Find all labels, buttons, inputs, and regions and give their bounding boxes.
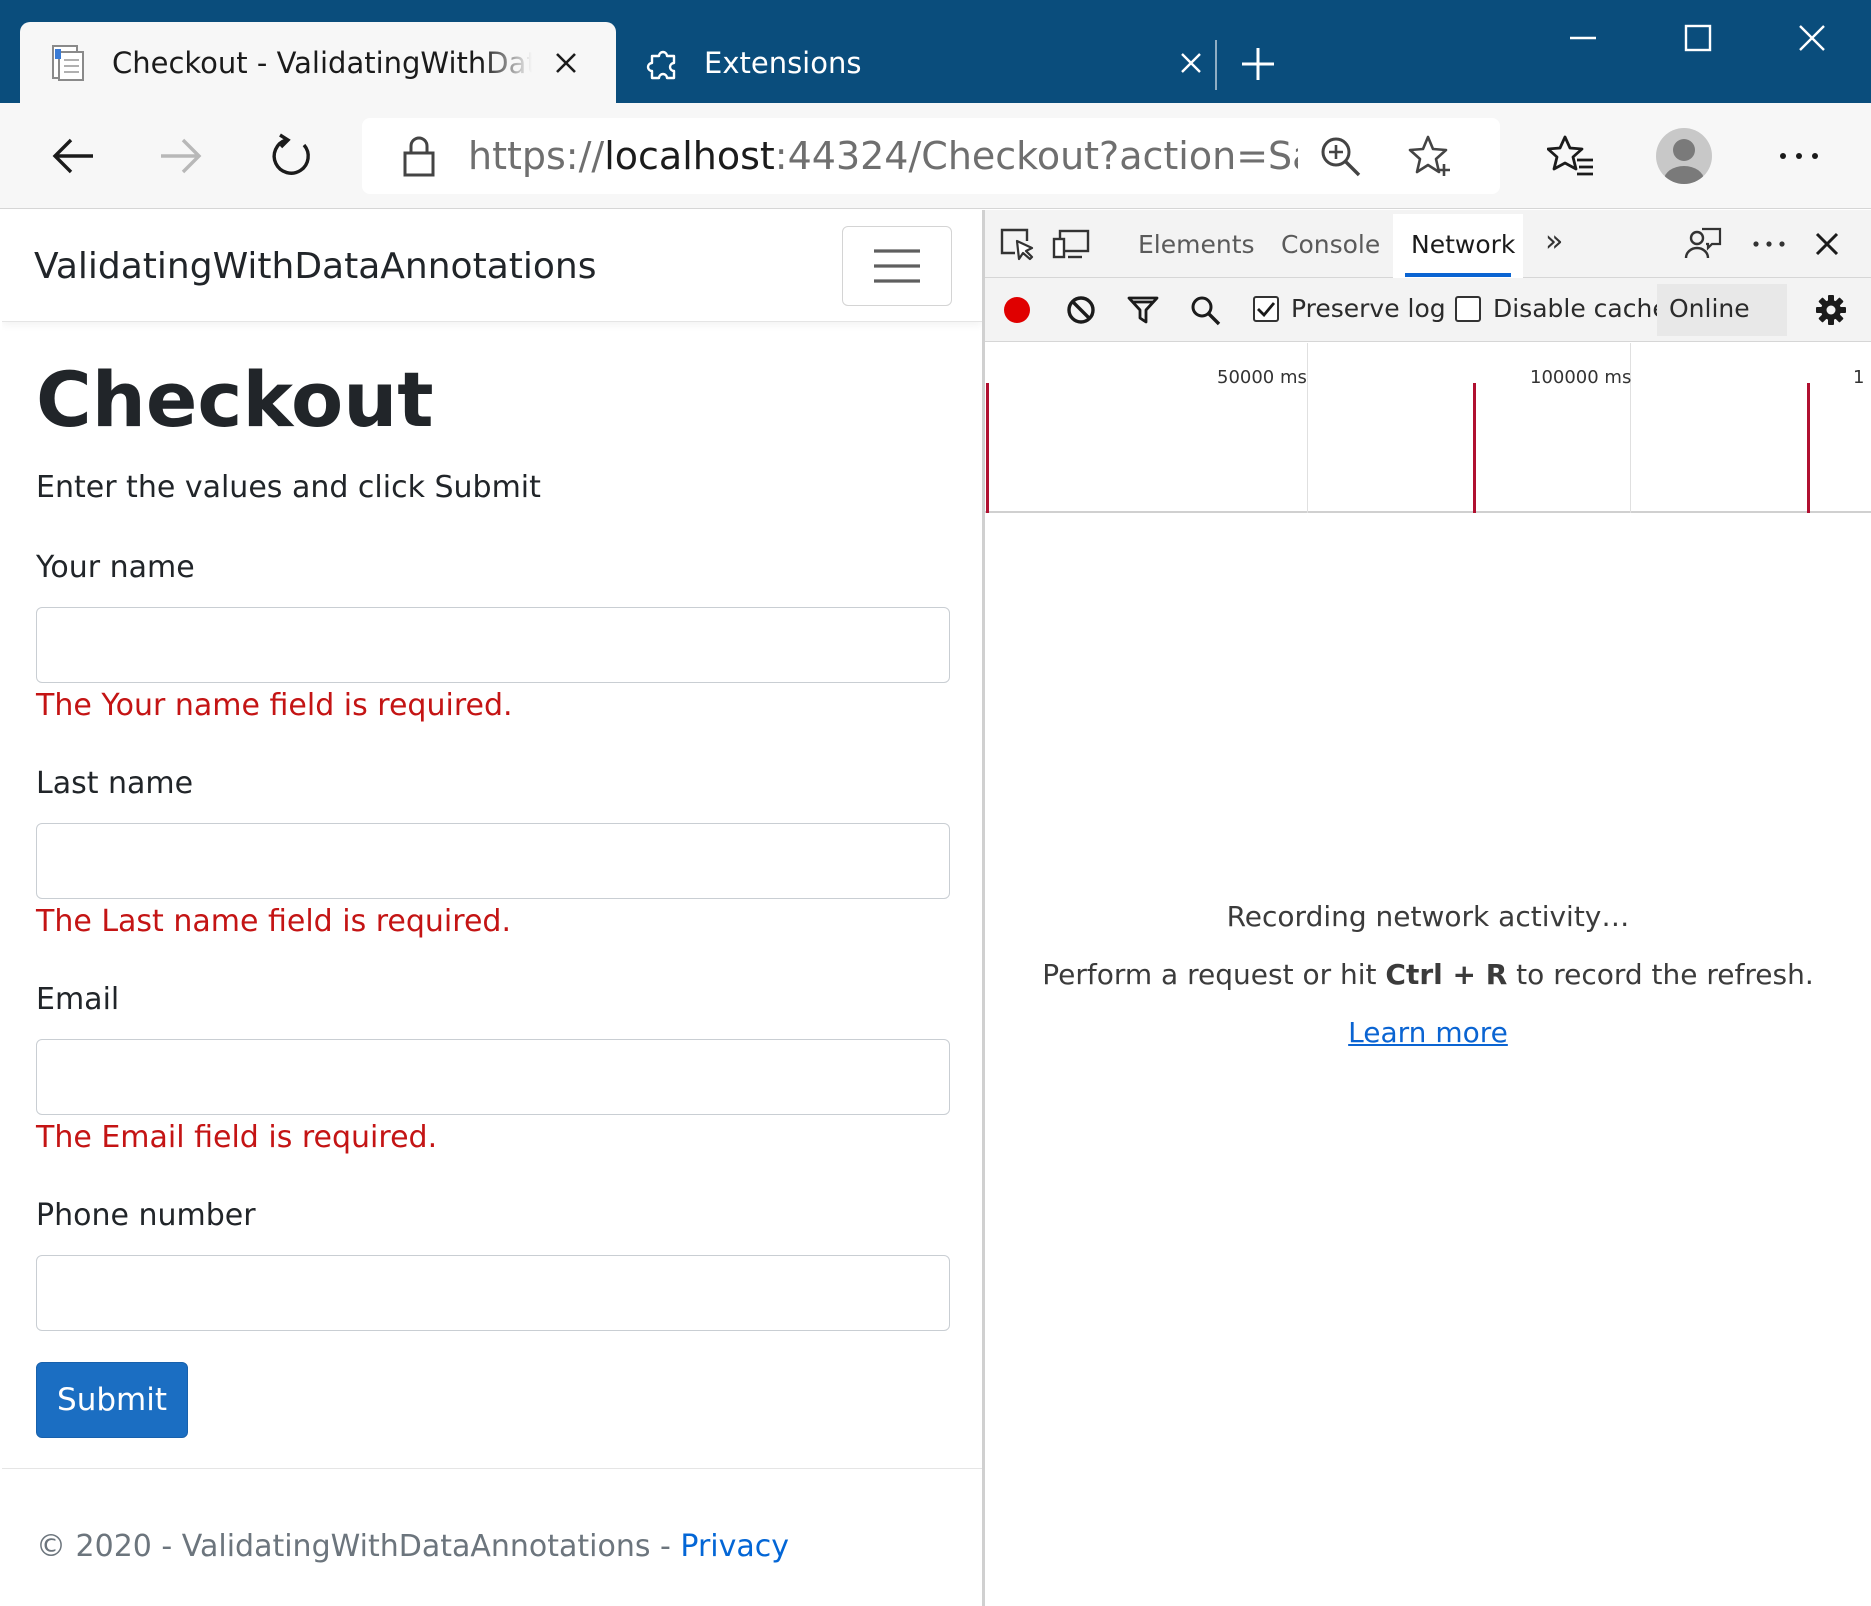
- email-input[interactable]: [36, 1039, 950, 1115]
- your-name-input[interactable]: [36, 607, 950, 683]
- record-icon[interactable]: [995, 288, 1039, 332]
- phone-number-label: Phone number: [36, 1198, 256, 1233]
- profile-avatar[interactable]: [1656, 128, 1712, 184]
- device-emulation-icon[interactable]: [1049, 222, 1093, 266]
- favorites-icon[interactable]: [1540, 125, 1602, 187]
- timeline-marker: [1807, 383, 1810, 513]
- forward-button: [150, 125, 212, 187]
- footer-copyright: © 2020 - ValidatingWithDataAnnotations -: [36, 1529, 681, 1564]
- search-icon[interactable]: [1183, 288, 1227, 332]
- tab-title: Extensions: [704, 45, 862, 80]
- hint-post: to record the refresh.: [1507, 958, 1814, 991]
- tab-title: Checkout - ValidatingWithDataAnnotations: [112, 45, 532, 80]
- last-name-input[interactable]: [36, 823, 950, 899]
- puzzle-icon: [644, 41, 682, 85]
- close-window-button[interactable]: [1772, 12, 1852, 64]
- more-tabs-icon[interactable]: »: [1545, 224, 1563, 259]
- more-options-icon[interactable]: [1768, 125, 1830, 187]
- zoom-icon[interactable]: [1312, 128, 1368, 184]
- menu-icon: [874, 249, 920, 283]
- timeline-gridline: [1307, 343, 1308, 513]
- learn-more-link[interactable]: Learn more: [985, 1016, 1871, 1049]
- page-instructions: Enter the values and click Submit: [36, 470, 541, 505]
- feedback-icon[interactable]: [1681, 222, 1725, 266]
- email-error: The Email field is required.: [36, 1120, 438, 1155]
- timeline-marker: [986, 383, 989, 513]
- navbar-toggler-button[interactable]: [842, 226, 952, 306]
- network-settings-icon[interactable]: [1809, 288, 1853, 332]
- page-icon: [46, 41, 90, 85]
- hint-pre: Perform a request or hit: [1042, 958, 1386, 991]
- url-rest: :44324/Checkout?action=Sa…: [774, 134, 1298, 178]
- clear-icon[interactable]: [1059, 288, 1103, 332]
- lock-icon[interactable]: [394, 131, 444, 181]
- back-button[interactable]: [42, 125, 104, 187]
- tab-checkout[interactable]: Checkout - ValidatingWithDataAnnotations: [20, 22, 616, 103]
- maximize-button[interactable]: [1658, 12, 1738, 64]
- recording-status: Recording network activity…: [1226, 900, 1630, 933]
- submit-button[interactable]: Submit: [36, 1362, 188, 1438]
- privacy-link[interactable]: Privacy: [680, 1529, 789, 1564]
- address-bar[interactable]: https://localhost:44324/Checkout?action=…: [362, 118, 1500, 194]
- tab-extensions[interactable]: Extensions: [628, 22, 1208, 103]
- tab-console[interactable]: Console: [1281, 230, 1380, 259]
- preserve-log-checkbox[interactable]: [1253, 296, 1279, 322]
- throttling-select[interactable]: Online: [1657, 284, 1787, 336]
- last-name-error: The Last name field is required.: [36, 904, 511, 939]
- preserve-log-label[interactable]: Preserve log: [1291, 294, 1446, 323]
- phone-number-input[interactable]: [36, 1255, 950, 1331]
- tab-network[interactable]: Network: [1411, 230, 1515, 259]
- disable-cache-checkbox[interactable]: [1455, 296, 1481, 322]
- hint-plus: +: [1442, 958, 1486, 991]
- hint-key-ctrl: Ctrl: [1385, 958, 1443, 991]
- active-tab-indicator: [1405, 273, 1511, 277]
- refresh-button[interactable]: [260, 125, 322, 187]
- new-tab-button[interactable]: [1232, 38, 1284, 90]
- devtools-panel: Elements Console Network » Preserve log …: [985, 210, 1871, 1606]
- disable-cache-label[interactable]: Disable cache: [1493, 294, 1668, 323]
- minimize-button[interactable]: [1543, 12, 1623, 64]
- close-tab-icon[interactable]: [1173, 43, 1208, 83]
- hint-key-r: R: [1485, 958, 1508, 991]
- network-overview-timeline[interactable]: 50000 ms 100000 ms 1: [985, 343, 1871, 513]
- your-name-error: The Your name field is required.: [36, 688, 513, 723]
- last-name-label: Last name: [36, 766, 194, 801]
- your-name-label: Your name: [36, 550, 195, 585]
- close-tab-icon[interactable]: [546, 43, 586, 83]
- filter-icon[interactable]: [1121, 288, 1165, 332]
- devtools-tabbar: Elements Console Network »: [985, 210, 1871, 278]
- site-navbar: ValidatingWithDataAnnotations: [2, 210, 982, 322]
- page-viewport: ValidatingWithDataAnnotations Checkout E…: [2, 210, 982, 1606]
- add-favorite-icon[interactable]: [1402, 128, 1458, 184]
- timeline-tick-label: 100000 ms: [1530, 367, 1632, 388]
- tab-separator: [1215, 40, 1217, 90]
- site-footer: © 2020 - ValidatingWithDataAnnotations -…: [2, 1468, 982, 1606]
- timeline-tick-label: 1: [1853, 367, 1865, 388]
- tab-elements[interactable]: Elements: [1138, 230, 1255, 259]
- close-devtools-icon[interactable]: [1805, 222, 1849, 266]
- email-label: Email: [36, 982, 120, 1017]
- timeline-marker: [1473, 383, 1476, 513]
- recording-hint: Perform a request or hit Ctrl + R to rec…: [985, 958, 1871, 991]
- devtools-more-icon[interactable]: [1747, 222, 1791, 266]
- window-titlebar: Checkout - ValidatingWithDataAnnotations…: [0, 0, 1871, 103]
- browser-toolbar: https://localhost:44324/Checkout?action=…: [0, 103, 1871, 209]
- throttling-value: Online: [1669, 294, 1750, 323]
- url-host: localhost: [604, 134, 775, 178]
- footer-text: © 2020 - ValidatingWithDataAnnotations -…: [36, 1529, 789, 1564]
- page-title: Checkout: [36, 355, 434, 444]
- timeline-tick-label: 50000 ms: [1217, 367, 1307, 388]
- inspect-element-icon[interactable]: [995, 222, 1039, 266]
- site-brand-link[interactable]: ValidatingWithDataAnnotations: [34, 246, 596, 287]
- url-text[interactable]: https://localhost:44324/Checkout?action=…: [468, 134, 1298, 178]
- network-toolbar: Preserve log Disable cache Online: [985, 278, 1871, 342]
- url-scheme: https://: [468, 134, 605, 178]
